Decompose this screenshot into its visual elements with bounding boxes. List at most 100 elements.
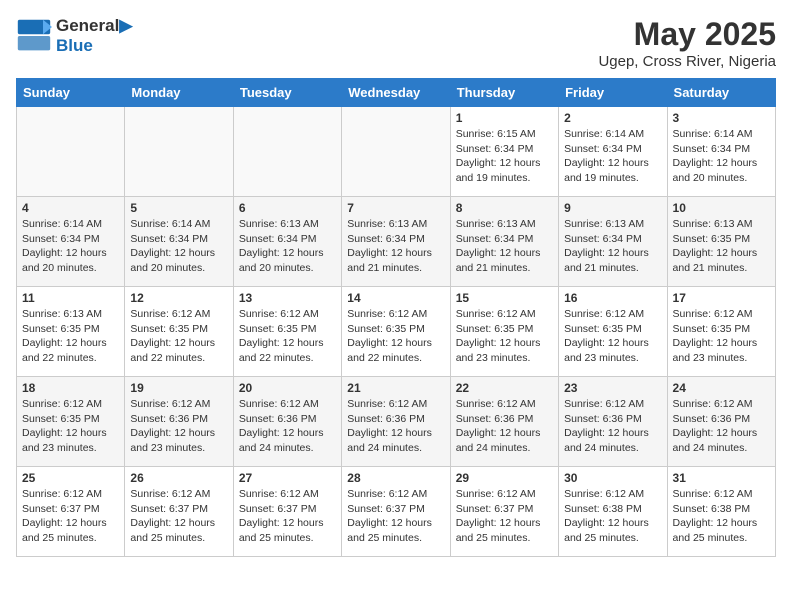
day-number: 17: [673, 291, 770, 305]
day-info: Sunrise: 6:13 AM Sunset: 6:35 PM Dayligh…: [673, 217, 770, 276]
day-info: Sunrise: 6:12 AM Sunset: 6:36 PM Dayligh…: [564, 397, 661, 456]
location-title: Ugep, Cross River, Nigeria: [598, 53, 776, 70]
calendar-week-5: 25 Sunrise: 6:12 AM Sunset: 6:37 PM Dayli…: [17, 467, 776, 557]
day-number: 5: [130, 201, 227, 215]
calendar-week-3: 11 Sunrise: 6:13 AM Sunset: 6:35 PM Dayli…: [17, 287, 776, 377]
logo-text: General▶ Blue: [56, 16, 132, 56]
day-number: 19: [130, 381, 227, 395]
day-number: 28: [347, 471, 444, 485]
day-info: Sunrise: 6:12 AM Sunset: 6:36 PM Dayligh…: [456, 397, 553, 456]
month-title: May 2025: [598, 16, 776, 53]
day-number: 7: [347, 201, 444, 215]
day-info: Sunrise: 6:12 AM Sunset: 6:37 PM Dayligh…: [456, 487, 553, 546]
day-number: 20: [239, 381, 336, 395]
title-area: May 2025 Ugep, Cross River, Nigeria: [598, 16, 776, 70]
day-info: Sunrise: 6:14 AM Sunset: 6:34 PM Dayligh…: [130, 217, 227, 276]
calendar-cell: 3 Sunrise: 6:14 AM Sunset: 6:34 PM Daylig…: [667, 107, 775, 197]
day-number: 31: [673, 471, 770, 485]
calendar-cell: 4 Sunrise: 6:14 AM Sunset: 6:34 PM Daylig…: [17, 197, 125, 287]
day-number: 4: [22, 201, 119, 215]
calendar-cell: 14 Sunrise: 6:12 AM Sunset: 6:35 PM Dayli…: [342, 287, 450, 377]
logo: General▶ Blue: [16, 16, 132, 56]
day-info: Sunrise: 6:13 AM Sunset: 6:34 PM Dayligh…: [564, 217, 661, 276]
day-info: Sunrise: 6:13 AM Sunset: 6:34 PM Dayligh…: [347, 217, 444, 276]
day-number: 15: [456, 291, 553, 305]
calendar-cell: 29 Sunrise: 6:12 AM Sunset: 6:37 PM Dayli…: [450, 467, 558, 557]
day-number: 13: [239, 291, 336, 305]
calendar-cell: [342, 107, 450, 197]
day-info: Sunrise: 6:12 AM Sunset: 6:37 PM Dayligh…: [239, 487, 336, 546]
calendar-cell: 31 Sunrise: 6:12 AM Sunset: 6:38 PM Dayli…: [667, 467, 775, 557]
day-info: Sunrise: 6:12 AM Sunset: 6:36 PM Dayligh…: [347, 397, 444, 456]
day-number: 8: [456, 201, 553, 215]
day-number: 12: [130, 291, 227, 305]
calendar-table: SundayMondayTuesdayWednesdayThursdayFrid…: [16, 78, 776, 557]
day-info: Sunrise: 6:12 AM Sunset: 6:36 PM Dayligh…: [130, 397, 227, 456]
day-header-sunday: Sunday: [17, 79, 125, 107]
day-number: 24: [673, 381, 770, 395]
day-number: 10: [673, 201, 770, 215]
day-number: 18: [22, 381, 119, 395]
calendar-cell: [125, 107, 233, 197]
day-info: Sunrise: 6:12 AM Sunset: 6:35 PM Dayligh…: [22, 397, 119, 456]
calendar-cell: 9 Sunrise: 6:13 AM Sunset: 6:34 PM Daylig…: [559, 197, 667, 287]
header: General▶ Blue May 2025 Ugep, Cross River…: [16, 16, 776, 70]
day-info: Sunrise: 6:13 AM Sunset: 6:34 PM Dayligh…: [239, 217, 336, 276]
calendar-cell: 21Sunrise: 6:12 AM Sunset: 6:36 PM Dayli…: [342, 377, 450, 467]
day-info: Sunrise: 6:14 AM Sunset: 6:34 PM Dayligh…: [22, 217, 119, 276]
day-header-friday: Friday: [559, 79, 667, 107]
day-number: 22: [456, 381, 553, 395]
calendar-cell: 7 Sunrise: 6:13 AM Sunset: 6:34 PM Daylig…: [342, 197, 450, 287]
calendar-cell: 10 Sunrise: 6:13 AM Sunset: 6:35 PM Dayli…: [667, 197, 775, 287]
day-info: Sunrise: 6:12 AM Sunset: 6:37 PM Dayligh…: [347, 487, 444, 546]
day-info: Sunrise: 6:12 AM Sunset: 6:35 PM Dayligh…: [673, 307, 770, 366]
day-info: Sunrise: 6:12 AM Sunset: 6:37 PM Dayligh…: [22, 487, 119, 546]
calendar-cell: 15Sunrise: 6:12 AM Sunset: 6:35 PM Dayli…: [450, 287, 558, 377]
calendar-cell: 22 Sunrise: 6:12 AM Sunset: 6:36 PM Dayli…: [450, 377, 558, 467]
day-info: Sunrise: 6:13 AM Sunset: 6:34 PM Dayligh…: [456, 217, 553, 276]
day-info: Sunrise: 6:14 AM Sunset: 6:34 PM Dayligh…: [564, 127, 661, 186]
calendar-cell: 25 Sunrise: 6:12 AM Sunset: 6:37 PM Dayli…: [17, 467, 125, 557]
day-number: 11: [22, 291, 119, 305]
calendar-cell: 11 Sunrise: 6:13 AM Sunset: 6:35 PM Dayli…: [17, 287, 125, 377]
day-info: Sunrise: 6:12 AM Sunset: 6:37 PM Dayligh…: [130, 487, 227, 546]
day-number: 1: [456, 111, 553, 125]
calendar-cell: 20 Sunrise: 6:12 AM Sunset: 6:36 PM Dayli…: [233, 377, 341, 467]
day-number: 25: [22, 471, 119, 485]
day-header-thursday: Thursday: [450, 79, 558, 107]
day-header-wednesday: Wednesday: [342, 79, 450, 107]
day-info: Sunrise: 6:12 AM Sunset: 6:35 PM Dayligh…: [347, 307, 444, 366]
day-header-tuesday: Tuesday: [233, 79, 341, 107]
day-number: 23: [564, 381, 661, 395]
day-number: 2: [564, 111, 661, 125]
calendar-cell: 27 Sunrise: 6:12 AM Sunset: 6:37 PM Dayli…: [233, 467, 341, 557]
day-info: Sunrise: 6:12 AM Sunset: 6:35 PM Dayligh…: [239, 307, 336, 366]
day-header-saturday: Saturday: [667, 79, 775, 107]
day-number: 9: [564, 201, 661, 215]
day-info: Sunrise: 6:12 AM Sunset: 6:36 PM Dayligh…: [239, 397, 336, 456]
calendar-cell: 13 Sunrise: 6:12 AM Sunset: 6:35 PM Dayli…: [233, 287, 341, 377]
calendar-cell: 28 Sunrise: 6:12 AM Sunset: 6:37 PM Dayli…: [342, 467, 450, 557]
day-number: 3: [673, 111, 770, 125]
calendar-week-2: 4 Sunrise: 6:14 AM Sunset: 6:34 PM Daylig…: [17, 197, 776, 287]
day-number: 26: [130, 471, 227, 485]
calendar-cell: 26 Sunrise: 6:12 AM Sunset: 6:37 PM Dayli…: [125, 467, 233, 557]
day-info: Sunrise: 6:13 AM Sunset: 6:35 PM Dayligh…: [22, 307, 119, 366]
day-number: 30: [564, 471, 661, 485]
calendar-week-1: 1 Sunrise: 6:15 AM Sunset: 6:34 PM Daylig…: [17, 107, 776, 197]
day-number: 14: [347, 291, 444, 305]
calendar-cell: 12 Sunrise: 6:12 AM Sunset: 6:35 PM Dayli…: [125, 287, 233, 377]
day-number: 29: [456, 471, 553, 485]
day-info: Sunrise: 6:14 AM Sunset: 6:34 PM Dayligh…: [673, 127, 770, 186]
calendar-cell: 5 Sunrise: 6:14 AM Sunset: 6:34 PM Daylig…: [125, 197, 233, 287]
day-info: Sunrise: 6:12 AM Sunset: 6:38 PM Dayligh…: [673, 487, 770, 546]
calendar-cell: 17 Sunrise: 6:12 AM Sunset: 6:35 PM Dayli…: [667, 287, 775, 377]
calendar-week-4: 18 Sunrise: 6:12 AM Sunset: 6:35 PM Dayli…: [17, 377, 776, 467]
day-number: 27: [239, 471, 336, 485]
calendar-cell: 23 Sunrise: 6:12 AM Sunset: 6:36 PM Dayli…: [559, 377, 667, 467]
day-info: Sunrise: 6:12 AM Sunset: 6:35 PM Dayligh…: [130, 307, 227, 366]
calendar-cell: 18 Sunrise: 6:12 AM Sunset: 6:35 PM Dayli…: [17, 377, 125, 467]
day-number: 6: [239, 201, 336, 215]
day-header-monday: Monday: [125, 79, 233, 107]
day-info: Sunrise: 6:15 AM Sunset: 6:34 PM Dayligh…: [456, 127, 553, 186]
